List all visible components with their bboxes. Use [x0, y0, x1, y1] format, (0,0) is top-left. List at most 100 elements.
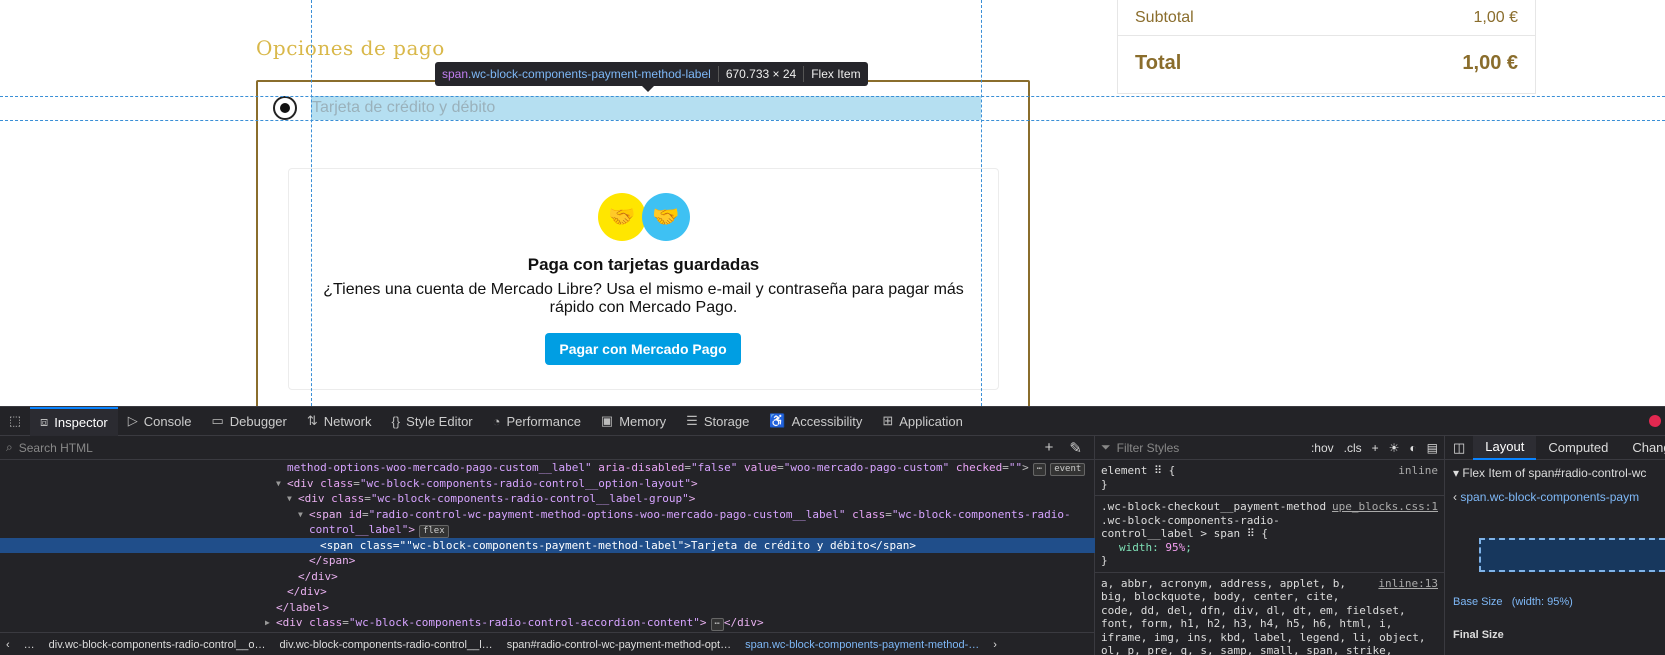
console-icon: ▷ — [127, 413, 138, 428]
prop-name: width — [1119, 540, 1153, 554]
flex-badge[interactable]: flex — [418, 525, 449, 538]
attr-name: value — [743, 461, 778, 474]
total-label: Total — [1135, 52, 1182, 74]
tree-line-selected[interactable]: <span class=""wc-block-components-paymen… — [0, 537, 1095, 553]
rule-source-link[interactable]: inline:13 — [1378, 577, 1438, 591]
tree-line[interactable]: method-options-woo-mercado-pago-custom__… — [0, 460, 1095, 476]
element-picker-button[interactable]: ⬚ — [0, 407, 30, 436]
tab-network[interactable]: ⇅ Network — [297, 407, 382, 436]
breadcrumb-more[interactable]: … — [24, 639, 35, 651]
tab-style-editor[interactable]: {} Style Editor — [381, 407, 482, 436]
flex-item-title: Flex Item of span#radio-control-wc — [1462, 466, 1647, 480]
tree-line[interactable]: </label> — [0, 600, 1095, 616]
storage-icon: ☰ — [686, 413, 698, 428]
rule-selector: big, blockquote, body, center, cite, — [1101, 590, 1340, 603]
payment-options-title: Opciones de pago — [256, 36, 445, 60]
attr-value: "" — [1008, 461, 1023, 474]
tree-line[interactable]: </span> — [0, 553, 1095, 569]
attr-value: "wc-block-components-radio- — [891, 507, 1071, 521]
tree-line[interactable]: ▼ <span id="radio-control-wc-payment-meth… — [0, 507, 1095, 523]
breadcrumb-item-active[interactable]: span.wc-block-components-payment-method-… — [745, 639, 979, 651]
css-rule-element: inline element ⠿ { } — [1095, 460, 1444, 496]
tab-accessibility[interactable]: ♿ Accessibility — [759, 407, 872, 436]
breadcrumb-item[interactable]: span#radio-control-wc-payment-method-opt… — [507, 639, 731, 651]
devtools-tabbar: ⬚ ⧈ Inspector ▷ Console ▭ Debugger ⇅ Network… — [0, 406, 1665, 436]
tab-changes[interactable]: Change — [1620, 436, 1665, 460]
tab-application[interactable]: ⊞ Application — [872, 407, 973, 436]
collapse-arrow-icon[interactable]: ▼ — [287, 491, 292, 507]
payment-method-label[interactable]: Tarjeta de crédito y débito — [311, 96, 981, 120]
payment-method-radio[interactable] — [273, 96, 297, 120]
flex-item-link[interactable]: ‹ span.wc-block-components-paym — [1445, 486, 1665, 508]
rule-selector: ol, p, pre, q, s, samp, small, span, str… — [1101, 644, 1393, 655]
event-badge[interactable]: event — [1050, 463, 1086, 476]
flex-item-header[interactable]: ▾ Flex Item of span#radio-control-wc — [1445, 460, 1665, 486]
tab-console[interactable]: ▷ Console — [118, 407, 202, 436]
application-icon: ⊞ — [882, 413, 894, 428]
collapse-arrow-icon[interactable]: ▼ — [298, 507, 303, 523]
element-picker-icon: ⬚ — [8, 413, 22, 428]
tab-label: Application — [899, 413, 963, 429]
tab-label: Style Editor — [406, 413, 473, 429]
filter-icon: ⏷ — [1101, 440, 1111, 454]
mercado-pago-logos: 🤝 🤝 — [598, 193, 690, 241]
mp-title: Paga con tarjetas guardadas — [527, 255, 760, 274]
tree-line[interactable]: control__label"> flex — [0, 522, 1095, 538]
attr-value: "wc-block-components-radio-control__labe… — [370, 492, 689, 505]
node-text: Tarjeta de crédito y débito — [690, 538, 870, 552]
filter-styles-input[interactable]: Filter Styles — [1117, 441, 1180, 455]
expand-arrow-icon[interactable]: ▶ — [265, 615, 270, 631]
tab-debugger[interactable]: ▭ Debugger — [201, 407, 296, 436]
tab-computed[interactable]: Computed — [1536, 436, 1620, 460]
highlight-guide-bottom — [0, 120, 1665, 121]
pay-with-mercado-pago-button[interactable]: Pagar con Mercado Pago — [545, 333, 741, 365]
search-html-input[interactable]: Search HTML — [19, 441, 93, 455]
tab-inspector[interactable]: ⧈ Inspector — [30, 406, 118, 436]
add-rule-icon[interactable]: + — [1372, 441, 1379, 455]
rule-source-link[interactable]: upe_blocks.css:1 — [1332, 500, 1438, 514]
tree-line[interactable]: </div> — [0, 584, 1095, 600]
tree-line[interactable]: ▼ <div class="wc-block-components-radio-c… — [0, 476, 1095, 492]
collapse-arrow-icon[interactable]: ▼ — [276, 476, 281, 492]
tree-line[interactable]: </div> — [0, 569, 1095, 585]
breadcrumb-item[interactable]: div.wc-block-components-radio-control__o… — [49, 639, 266, 651]
filter-styles-bar: ⏷ Filter Styles :hov .cls + ☀ ◐ ▤ — [1095, 436, 1444, 460]
error-indicator-icon[interactable] — [1649, 415, 1661, 427]
ellipsis-badge[interactable]: ⋯ — [1032, 463, 1047, 476]
print-media-icon[interactable]: ▤ — [1427, 441, 1438, 455]
attr-value: "wc-block-components-radio-control-accor… — [348, 616, 700, 629]
tab-label: Accessibility — [791, 413, 863, 429]
cls-toggle[interactable]: .cls — [1344, 441, 1362, 455]
tab-label: Memory — [619, 413, 667, 429]
eyedropper-icon[interactable]: ✎ — [1069, 439, 1082, 457]
hov-toggle[interactable]: :hov — [1311, 441, 1334, 455]
base-size-label: Base Size — [1453, 596, 1503, 608]
tree-line[interactable]: ▶ <div class="wc-block-components-radio-c… — [0, 615, 1095, 631]
base-size-value: (width: 95%) — [1511, 596, 1573, 608]
ellipsis-badge[interactable]: ⋯ — [710, 618, 724, 631]
tab-layout[interactable]: Layout — [1473, 435, 1537, 460]
breadcrumb-forward-icon[interactable]: › — [993, 639, 997, 651]
breadcrumb-item[interactable]: div.wc-block-components-radio-control__l… — [280, 639, 493, 651]
chevron-down-icon: ▾ — [1453, 466, 1463, 480]
css-declaration[interactable]: width: 95%; — [1101, 541, 1438, 555]
light-mode-icon[interactable]: ☀ — [1389, 441, 1400, 455]
tab-memory[interactable]: ▣ Memory — [591, 407, 676, 436]
dark-mode-icon[interactable]: ◐ — [1409, 441, 1416, 455]
breadcrumb-back-icon[interactable]: ‹ — [6, 639, 10, 651]
debugger-icon: ▭ — [211, 413, 224, 428]
tab-performance[interactable]: ◔ Performance — [483, 407, 591, 436]
rule-selector: iframe, img, ins, kbd, label, legend, li… — [1101, 630, 1426, 644]
tab-storage[interactable]: ☰ Storage — [676, 407, 759, 436]
rule-selector: code, dd, del, dfn, div, dl, dt, em, fie… — [1101, 603, 1406, 617]
style-editor-icon: {} — [391, 413, 401, 429]
tree-line[interactable]: ▼ <div class="wc-block-components-radio-c… — [0, 491, 1095, 507]
highlight-guide-right — [981, 0, 982, 406]
add-node-icon[interactable]: + — [1045, 439, 1054, 457]
flex-item-outline — [1479, 538, 1665, 572]
mercado-pago-card: 🤝 🤝 Paga con tarjetas guardadas ¿Tienes … — [288, 168, 999, 390]
mercado-pago-logo-icon: 🤝 — [642, 193, 690, 241]
layout-pane: ◫ Layout Computed Change ▾ Flex Item of … — [1445, 435, 1665, 655]
attr-value: "radio-control-wc-payment-method-options… — [368, 507, 846, 521]
toggle-sidebar-icon[interactable]: ◫ — [1445, 436, 1473, 460]
